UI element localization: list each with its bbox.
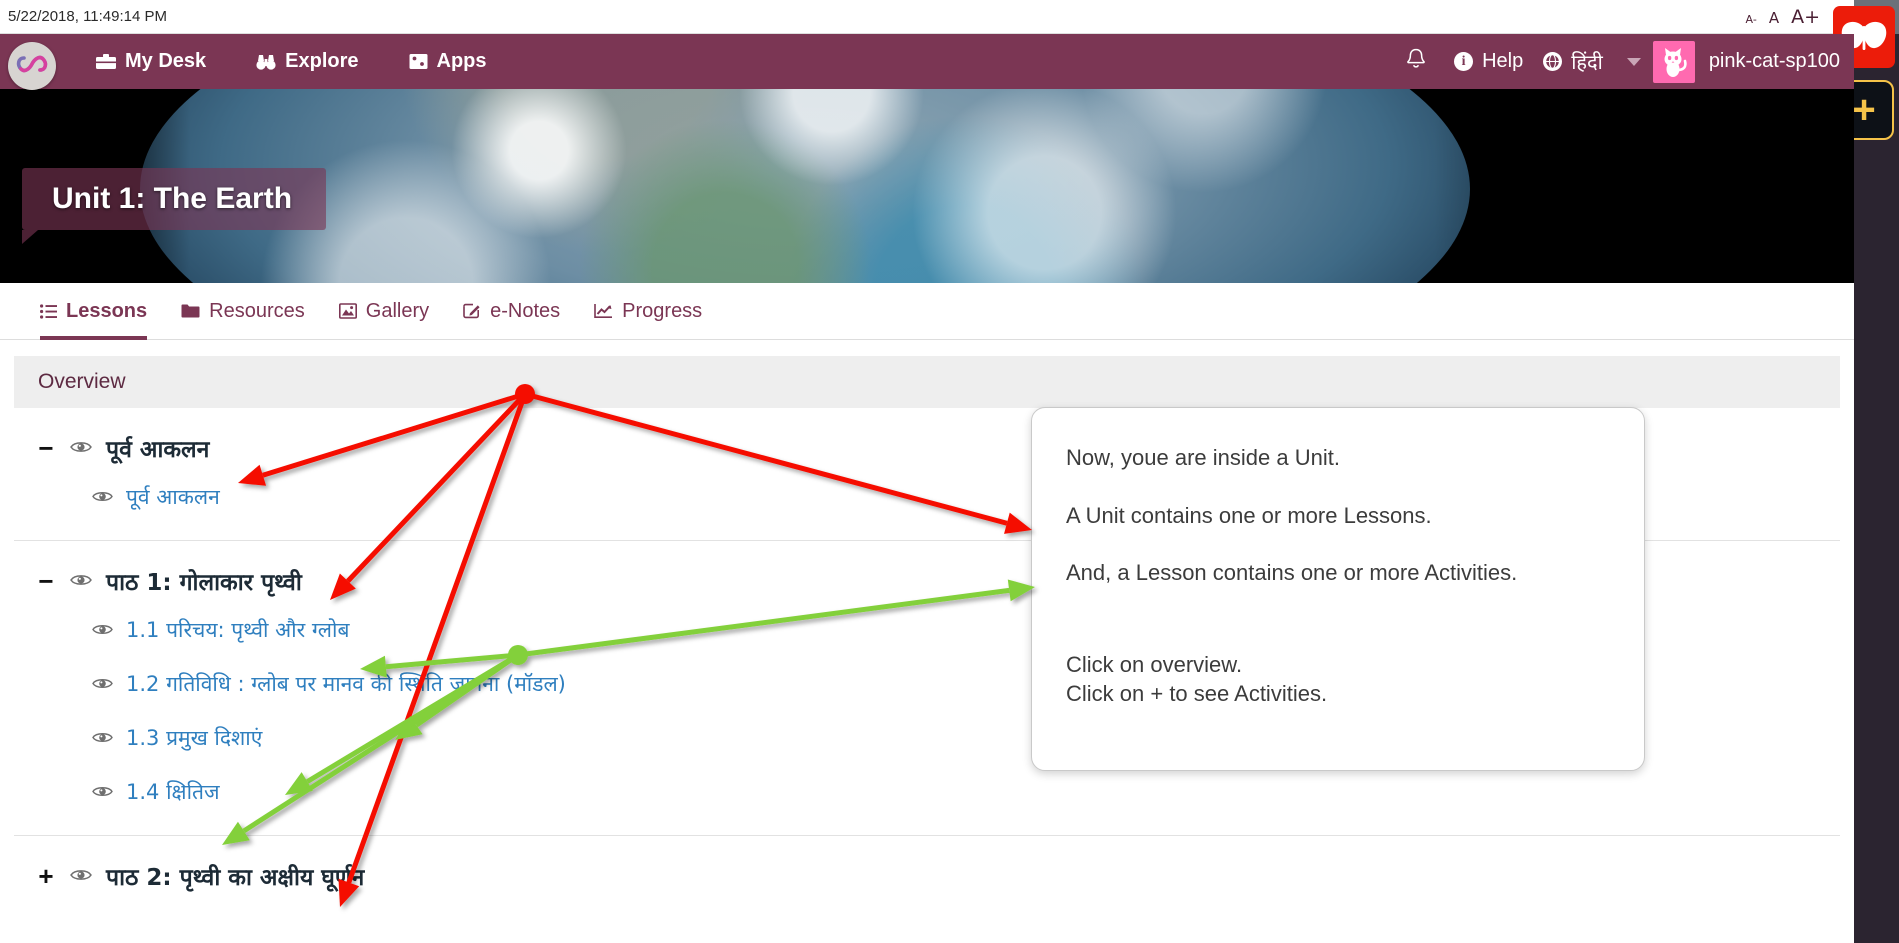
system-clock: 5/22/2018, 11:49:14 PM: [8, 8, 168, 25]
eye-icon: [70, 437, 92, 459]
eye-icon: [92, 781, 113, 803]
system-top-strip: 5/22/2018, 11:49:14 PM A- A A+: [0, 0, 1854, 34]
eye-icon: [92, 727, 113, 749]
callout-line-3: And, a Lesson contains one or more Activ…: [1066, 560, 1518, 585]
right-side-rail-dark: [1854, 34, 1899, 943]
navbar-items: My Desk Explore Apps: [86, 46, 497, 77]
unit-hero-banner: Unit 1: The Earth: [0, 89, 1854, 283]
list-icon: [40, 303, 57, 319]
user-menu[interactable]: pink-cat-sp100: [1652, 40, 1854, 83]
eye-icon: [92, 619, 113, 641]
callout-line-5: Click on + to see Activities.: [1066, 681, 1328, 706]
activity-title: 1.1 परिचय: पृथ्वी और ग्लोब: [126, 618, 350, 642]
info-circle-icon: i: [1454, 52, 1474, 71]
nav-item-language[interactable]: हिंदी: [1533, 44, 1613, 79]
briefcase-icon: [96, 53, 116, 70]
lesson-header[interactable]: + पाठ 2: पृथ्वी का अक्षीय घूर्णन: [14, 854, 1840, 898]
eye-icon: [70, 865, 92, 887]
tab-e-notes[interactable]: e-Notes: [463, 283, 560, 340]
nav-item-help[interactable]: i Help: [1444, 46, 1533, 77]
tab-label: Gallery: [365, 299, 430, 322]
nav-item-label: Explore: [285, 50, 359, 72]
font-size-controls: A- A A+: [1746, 6, 1842, 28]
eye-icon: [92, 486, 113, 508]
unit-tabs: Lessons Resources Gallery e-Notes Progre…: [0, 283, 1854, 340]
tab-lessons[interactable]: Lessons: [40, 283, 148, 340]
language-label: हिंदी: [1571, 52, 1603, 74]
nav-item-label: Apps: [436, 50, 487, 72]
overview-section[interactable]: Overview: [14, 356, 1840, 408]
infinity-loop-logo-icon: [16, 55, 48, 73]
callout-line-4: Click on overview.: [1066, 651, 1243, 677]
binoculars-icon: [256, 53, 276, 71]
annotation-callout: Now, youe are inside a Unit. A Unit cont…: [1031, 407, 1645, 771]
tab-label: Resources: [209, 299, 305, 322]
tab-gallery[interactable]: Gallery: [338, 283, 430, 340]
pink-cat-avatar-icon: [1664, 47, 1687, 77]
tab-resources[interactable]: Resources: [181, 283, 305, 340]
lesson-group: + पाठ 2: पृथ्वी का अक्षीय घूर्णन: [14, 836, 1840, 914]
nav-item-apps[interactable]: Apps: [399, 46, 497, 77]
activity-title: 1.2 गतिविधि : ग्लोब पर मानव की स्थिति जा…: [126, 672, 566, 696]
lesson-title: पाठ 2: पृथ्वी का अक्षीय घूर्णन: [106, 865, 365, 891]
tab-progress[interactable]: Progress: [594, 283, 702, 340]
tab-label: Progress: [622, 299, 703, 322]
pencil-square-icon: [463, 303, 481, 319]
nav-item-explore[interactable]: Explore: [246, 46, 368, 77]
lesson-title: पाठ 1: गोलाकार पृथ्वी: [106, 570, 302, 596]
lesson-title: पूर्व आकलन: [106, 437, 210, 463]
nav-item-my-desk[interactable]: My Desk: [86, 46, 216, 77]
image-icon: [338, 303, 357, 319]
font-normal-button[interactable]: A: [1769, 9, 1779, 27]
activity-title: 1.3 प्रमुख दिशाएं: [126, 726, 263, 750]
eye-icon: [92, 673, 113, 695]
help-label: Help: [1482, 50, 1524, 72]
callout-line-1: Now, youe are inside a Unit.: [1066, 445, 1340, 470]
brand-logo[interactable]: [8, 42, 56, 90]
activity-item[interactable]: 1.4 क्षितिज: [14, 765, 1840, 819]
tab-label: Lessons: [66, 299, 148, 322]
app-root: 5/22/2018, 11:49:14 PM A- A A+ + My Desk: [0, 0, 1899, 943]
activity-title: पूर्व आकलन: [126, 485, 220, 509]
globe-icon: [1543, 52, 1563, 71]
lesson-toggle-icon[interactable]: −: [36, 568, 56, 594]
callout-spacer: [1066, 617, 1614, 651]
lesson-toggle-icon[interactable]: −: [36, 435, 56, 461]
callout-line-2: A Unit contains one or more Lessons.: [1066, 502, 1432, 528]
avatar: [1652, 40, 1695, 83]
main-navbar: My Desk Explore Apps i Help हिंदी pink-c…: [0, 34, 1854, 89]
chart-line-icon: [594, 303, 613, 319]
tab-label: e-Notes: [490, 299, 561, 322]
user-name-label: pink-cat-sp100: [1708, 50, 1840, 72]
lesson-toggle-icon[interactable]: +: [36, 863, 56, 889]
bell-icon[interactable]: [1388, 48, 1444, 76]
navbar-right-group: i Help हिंदी pink-cat-sp100: [1388, 40, 1854, 83]
eye-icon: [70, 570, 92, 592]
apps-grid-icon: [409, 53, 428, 70]
chevron-down-icon[interactable]: [1626, 57, 1641, 66]
folder-icon: [181, 303, 200, 319]
hero-shade-right: [1434, 89, 1854, 283]
font-decrease-button[interactable]: A-: [1746, 13, 1757, 26]
activity-title: 1.4 क्षितिज: [126, 780, 220, 804]
font-increase-button[interactable]: A+: [1791, 6, 1820, 28]
earth-image: [140, 89, 1470, 283]
nav-item-label: My Desk: [125, 50, 207, 72]
page-title: Unit 1: The Earth: [22, 168, 327, 244]
